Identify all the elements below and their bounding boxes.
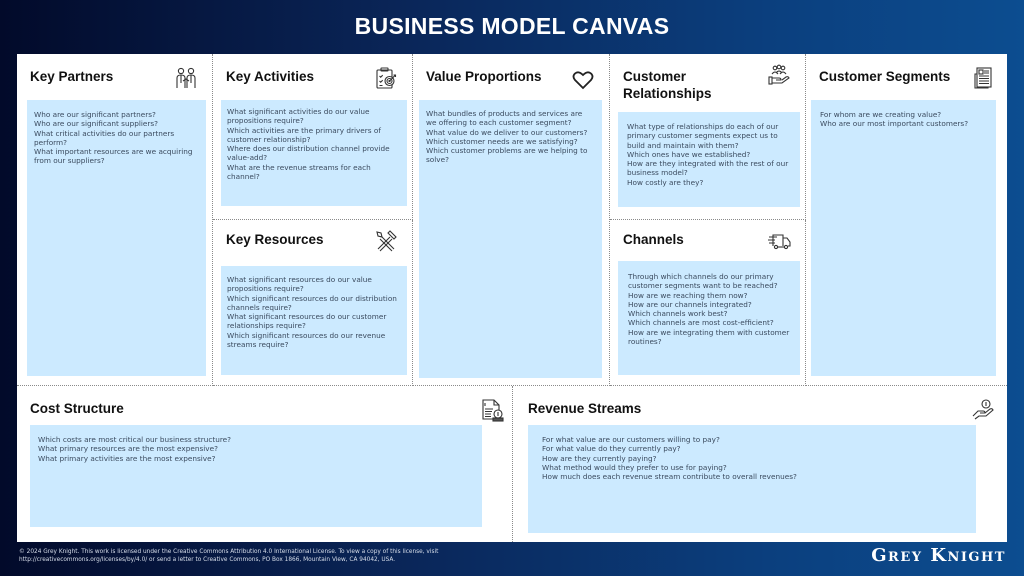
- page-title: BUSINESS MODEL CANVAS: [354, 13, 670, 39]
- block-key-resources: Key Resources What significant resources…: [213, 220, 413, 386]
- block-title: Key Partners: [30, 69, 114, 84]
- questions-box[interactable]: What type of relationships do each of ou…: [618, 112, 800, 207]
- question: What type of relationships do each of ou…: [627, 122, 779, 150]
- questions-box[interactable]: For what value are our customers willing…: [528, 425, 976, 533]
- question: How are our channels integrated?: [628, 299, 752, 309]
- block-cost-structure: Cost Structure Which costs are most crit…: [17, 386, 513, 542]
- question: What significant resources do our value …: [227, 275, 372, 294]
- license-line: © 2024 Grey Knight. This work is license…: [19, 549, 439, 555]
- block-title: Key Resources: [226, 232, 324, 247]
- tools-icon: [374, 229, 398, 253]
- questions-box[interactable]: What significant resources do our value …: [221, 266, 407, 375]
- questions-box[interactable]: Which costs are most critical our busine…: [30, 425, 482, 527]
- questions-box[interactable]: Through which channels do our primary cu…: [618, 261, 800, 375]
- block-channels: Channels Through which channels do our p…: [610, 220, 806, 386]
- block-customer-relationships: Customer Relationships What type of rela…: [610, 54, 806, 220]
- question: What important resources are we acquirin…: [34, 147, 193, 166]
- question: Which customer needs are we satisfying?: [426, 136, 578, 146]
- question: Which costs are most critical our busine…: [38, 435, 232, 444]
- question: Which channels work best?: [628, 309, 728, 319]
- business-model-canvas: Key Partners Who are our significant par…: [17, 54, 1007, 542]
- block-title: Cost Structure: [30, 401, 124, 416]
- hand-coin-icon: [971, 398, 995, 422]
- question: Which significant resources do our distr…: [227, 293, 397, 312]
- questions-box[interactable]: What significant activities do our value…: [221, 100, 407, 206]
- heart-icon: [571, 68, 595, 92]
- question: For whom are we creating value?: [820, 110, 942, 119]
- question: Which customer problems are we helping t…: [426, 146, 588, 165]
- question: How costly are they?: [627, 177, 704, 187]
- question: What primary activities are the most exp…: [38, 453, 216, 463]
- delivery-truck-icon: [767, 229, 791, 253]
- block-customer-segments: Customer Segments For whom are we creati…: [806, 54, 1007, 386]
- question: Who are our significant partners?: [34, 110, 156, 119]
- questions-box[interactable]: For whom are we creating value? Who are …: [811, 100, 996, 376]
- question: What significant activities do our value…: [227, 107, 370, 126]
- block-title: Customer Segments: [819, 69, 951, 84]
- block-key-partners: Key Partners Who are our significant par…: [17, 54, 213, 386]
- question: Where does our distribution channel prov…: [227, 144, 390, 163]
- license-notice: © 2024 Grey Knight. This work is license…: [19, 548, 539, 564]
- handshake-partners-icon: [174, 66, 198, 90]
- question: What critical activities do our partners…: [34, 128, 175, 147]
- question: Which channels are most cost-efficient?: [628, 318, 774, 328]
- question: For what value are our customers willing…: [542, 435, 720, 444]
- question: How are we integrating them with custome…: [628, 327, 790, 347]
- question: Which ones have we established?: [627, 149, 751, 159]
- block-key-activities: Key Activities What significant activiti…: [213, 54, 413, 220]
- block-value-propositions: Value Proportions What bundles of produc…: [413, 54, 610, 386]
- question: What method would they prefer to use for…: [542, 462, 727, 472]
- question: Who are our significant suppliers?: [34, 119, 159, 129]
- clipboard-target-icon: [374, 66, 398, 90]
- block-title: Value Proportions: [426, 69, 542, 84]
- question: What significant resources do our custom…: [227, 312, 387, 331]
- hand-people-icon: [767, 64, 791, 88]
- question: Who are our most important customers?: [820, 119, 969, 129]
- invoice-coins-icon: [480, 398, 504, 422]
- question: How are we reaching them now?: [628, 290, 748, 300]
- question: What value do we deliver to our customer…: [426, 127, 588, 137]
- questions-box[interactable]: Who are our significant partners? Who ar…: [27, 100, 206, 376]
- question: What primary resources are the most expe…: [38, 444, 218, 454]
- block-title: Revenue Streams: [528, 401, 642, 416]
- block-revenue-streams: Revenue Streams For what value are our c…: [513, 386, 1007, 542]
- question: How are they currently paying?: [542, 453, 657, 463]
- profile-document-icon: [971, 66, 995, 90]
- question: For what value do they currently pay?: [542, 444, 681, 454]
- question: Which significant resources do our reven…: [227, 330, 386, 350]
- brand-logo: Grey Knight: [871, 545, 1006, 566]
- question: Through which channels do our primary cu…: [628, 272, 778, 291]
- block-title: Key Activities: [226, 69, 315, 84]
- questions-box[interactable]: What bundles of products and services ar…: [419, 100, 602, 378]
- block-title: Channels: [623, 232, 684, 247]
- question: What are the revenue streams for each ch…: [227, 162, 371, 182]
- question: What bundles of products and services ar…: [426, 109, 583, 128]
- question: Which activities are the primary drivers…: [227, 125, 381, 144]
- block-title: Customer Relationships: [623, 69, 712, 101]
- license-link-line[interactable]: http://creativecommons.org/licenses/by/4…: [19, 556, 539, 564]
- question: How are they integrated with the rest of…: [627, 159, 789, 178]
- question: How much does each revenue stream contri…: [542, 472, 797, 482]
